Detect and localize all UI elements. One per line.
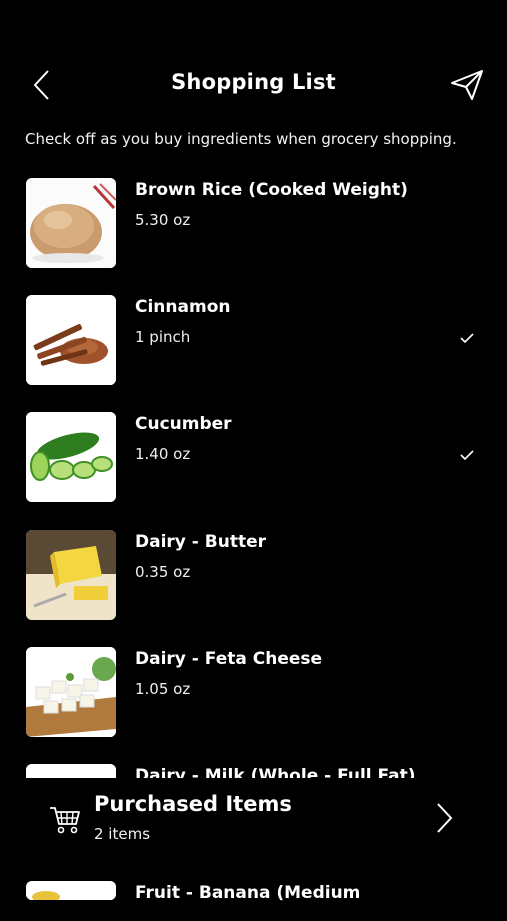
feta-image <box>26 647 116 737</box>
cucumber-image <box>26 412 116 502</box>
banana-image <box>26 881 116 900</box>
item-name: Cinnamon <box>135 297 231 317</box>
item-name: Fruit - Banana (Medium <box>135 883 361 903</box>
item-quantity: 1 pinch <box>135 328 191 346</box>
list-item[interactable]: Cinnamon 1 pinch <box>0 295 507 387</box>
header: Shopping List <box>0 60 507 110</box>
item-quantity: 1.40 oz <box>135 445 191 463</box>
instructions-text: Check off as you buy ingredients when gr… <box>25 130 457 148</box>
chevron-right-icon <box>437 803 453 833</box>
item-name: Dairy - Feta Cheese <box>135 649 323 669</box>
share-button[interactable] <box>449 68 485 102</box>
list-item[interactable]: Dairy - Feta Cheese 1.05 oz <box>0 647 507 739</box>
cart-icon <box>50 807 80 834</box>
item-name: Cucumber <box>135 414 232 434</box>
item-quantity: 1.05 oz <box>135 680 191 698</box>
purchased-items-count: 2 items <box>94 825 151 843</box>
list-item[interactable]: Brown Rice (Cooked Weight) 5.30 oz <box>0 178 507 270</box>
item-name: Brown Rice (Cooked Weight) <box>135 180 408 200</box>
checkmark-icon[interactable] <box>458 446 476 464</box>
checkmark-icon[interactable] <box>458 329 476 347</box>
item-quantity: 0.35 oz <box>135 563 191 581</box>
list-item[interactable]: Fruit - Banana (Medium <box>0 881 507 921</box>
page-title: Shopping List <box>171 70 336 94</box>
purchased-items-bar[interactable]: Purchased Items 2 items <box>0 778 507 863</box>
brown-rice-image <box>26 178 116 268</box>
purchased-items-title: Purchased Items <box>94 792 292 816</box>
butter-image <box>26 530 116 620</box>
cinnamon-image <box>26 295 116 385</box>
list-item[interactable]: Dairy - Butter 0.35 oz <box>0 530 507 622</box>
paper-plane-icon <box>451 70 483 100</box>
item-name: Dairy - Butter <box>135 532 266 552</box>
list-item[interactable]: Cucumber 1.40 oz <box>0 412 507 504</box>
item-quantity: 5.30 oz <box>135 211 191 229</box>
